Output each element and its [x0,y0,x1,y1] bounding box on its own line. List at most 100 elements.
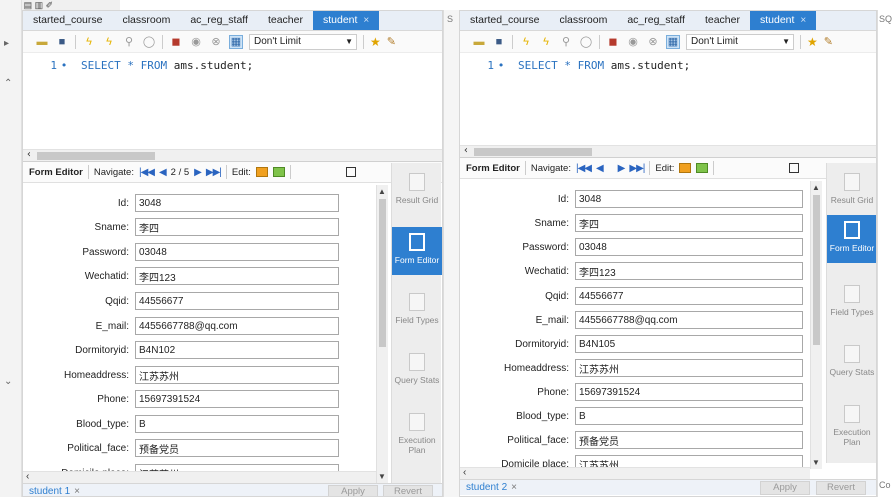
qqid-field[interactable]: 44556677 [575,287,803,305]
beautify-broom-icon[interactable]: ✎ [387,35,396,48]
scroll-up-icon[interactable]: ▲ [812,183,820,192]
limit-rows-select[interactable]: Don't Limit ▼ [686,33,794,50]
toggle-errors-icon[interactable]: ◼ [169,35,183,49]
save-icon[interactable]: ■ [55,35,69,49]
sname-field[interactable]: 李四 [575,214,803,232]
scroll-left-icon[interactable]: ‹ [463,467,466,478]
password-field[interactable]: 03048 [575,238,803,256]
id-field[interactable]: 3048 [135,194,339,212]
revert-button[interactable]: Revert [383,485,433,496]
dormitoryid-field[interactable]: B4N105 [575,335,803,353]
execute-lightning-icon[interactable]: ϟ [519,35,533,49]
add-row-icon[interactable] [696,163,709,173]
sname-field[interactable]: 李四 [135,218,339,236]
toggle-panel-icon[interactable] [345,167,356,177]
execute-lightning-icon[interactable]: ϟ [82,35,96,49]
toggle-panel-icon[interactable] [789,163,800,173]
add-row-icon[interactable] [272,167,285,177]
blood-type-field[interactable]: B [135,415,339,433]
wechatid-field[interactable]: 李四123 [135,267,339,285]
explain-magnifier-icon[interactable]: ⚲ [122,35,136,49]
first-record-icon[interactable]: |◀◀ [576,163,592,174]
political-face-field[interactable]: 预备党员 [575,431,803,449]
email-field[interactable]: 4455667788@qq.com [135,317,339,335]
save-icon[interactable]: ■ [492,35,506,49]
left-strip-chevron-down-icon[interactable]: ⌄ [4,376,12,387]
add-snippet-star-icon[interactable]: ★ [807,35,818,49]
stop-icon[interactable]: ◯ [142,35,156,49]
close-tab-icon[interactable]: × [800,15,806,26]
political-face-field[interactable]: 预备党员 [135,439,339,457]
phone-field[interactable]: 15697391524 [135,390,339,408]
toggle-errors-icon[interactable]: ◼ [606,35,620,49]
scroll-down-icon[interactable]: ▼ [378,472,386,481]
close-result-tab-icon[interactable]: × [511,482,517,493]
field-types-button[interactable]: Field Types [392,287,442,335]
form-horizontal-scrollbar[interactable]: ‹ [460,467,810,479]
scroll-left-icon[interactable]: ‹ [26,471,29,482]
revert-button[interactable]: Revert [816,481,866,495]
next-record-icon[interactable]: ▶ [618,163,626,174]
beautify-broom-icon[interactable]: ✎ [824,35,833,48]
add-snippet-star-icon[interactable]: ★ [370,35,381,49]
tab-student[interactable]: student × [312,11,380,30]
execution-plan-button[interactable]: Execution Plan [392,407,442,455]
tab-classroom[interactable]: classroom [549,11,617,30]
previous-record-icon[interactable]: ◀ [159,167,167,178]
next-record-icon[interactable]: ▶ [194,167,202,178]
scroll-up-icon[interactable]: ▲ [378,187,386,196]
open-folder-icon[interactable]: ▬ [35,35,49,49]
scrollbar-thumb[interactable] [474,148,592,156]
query-stats-button[interactable]: Query Stats [392,347,442,395]
editor-horizontal-scrollbar[interactable]: ‹ [460,145,876,157]
rollback-icon[interactable]: ⊗ [646,35,660,49]
result-grid-button[interactable]: Result Grid [392,167,442,215]
homeaddress-field[interactable]: 江苏苏州 [575,359,803,377]
sql-editor[interactable]: 1 • SELECT * FROM ams.student; ‹ [23,53,442,161]
autocommit-icon[interactable]: ▦ [229,34,243,49]
apply-button[interactable]: Apply [760,481,810,495]
commit-icon[interactable]: ◉ [626,35,640,49]
execute-current-icon[interactable]: ϟ [539,35,553,49]
result-tab-student-2[interactable]: student 2 × [460,482,517,493]
editor-horizontal-scrollbar[interactable]: ‹ [23,149,442,161]
password-field[interactable]: 03048 [135,243,339,261]
form-editor-button[interactable]: Form Editor [392,227,442,275]
edit-row-icon[interactable] [679,163,692,173]
tab-started-course[interactable]: started_course [460,11,549,30]
dormitoryid-field[interactable]: B4N102 [135,341,339,359]
form-vertical-scrollbar[interactable]: ▲ ▼ [376,185,388,483]
first-record-icon[interactable]: |◀◀ [139,167,155,178]
tab-classroom[interactable]: classroom [112,11,180,30]
execute-current-icon[interactable]: ϟ [102,35,116,49]
phone-field[interactable]: 15697391524 [575,383,803,401]
last-record-icon[interactable]: ▶▶| [629,163,645,174]
autocommit-icon[interactable]: ▦ [666,34,680,49]
scrollbar-thumb[interactable] [37,152,155,160]
rollback-icon[interactable]: ⊗ [209,35,223,49]
form-editor-button[interactable]: Form Editor [827,215,876,263]
execution-plan-button[interactable]: Execution Plan [827,399,876,447]
email-field[interactable]: 4455667788@qq.com [575,311,803,329]
close-tab-icon[interactable]: × [363,15,369,26]
qqid-field[interactable]: 44556677 [135,292,339,310]
apply-button[interactable]: Apply [328,485,378,496]
limit-rows-select[interactable]: Don't Limit ▼ [249,33,357,50]
wechatid-field[interactable]: 李四123 [575,262,803,280]
tab-teacher[interactable]: teacher [258,11,313,30]
result-tab-student-1[interactable]: student 1 × [23,486,80,496]
tab-started-course[interactable]: started_course [23,11,112,30]
tab-ac-reg-staff[interactable]: ac_reg_staff [617,11,695,30]
scrollbar-thumb[interactable] [379,199,386,347]
form-vertical-scrollbar[interactable]: ▲ ▼ [810,181,822,469]
scrollbar-thumb[interactable] [813,195,820,345]
field-types-button[interactable]: Field Types [827,279,876,327]
open-folder-icon[interactable]: ▬ [472,35,486,49]
left-strip-chevron-up-icon[interactable]: ⌃ [4,78,12,89]
commit-icon[interactable]: ◉ [189,35,203,49]
explain-magnifier-icon[interactable]: ⚲ [559,35,573,49]
form-horizontal-scrollbar[interactable]: ‹ [23,471,376,483]
last-record-icon[interactable]: ▶▶| [206,167,222,178]
blood-type-field[interactable]: B [575,407,803,425]
sql-editor[interactable]: 1 • SELECT * FROM ams.student; ‹ [460,53,876,157]
